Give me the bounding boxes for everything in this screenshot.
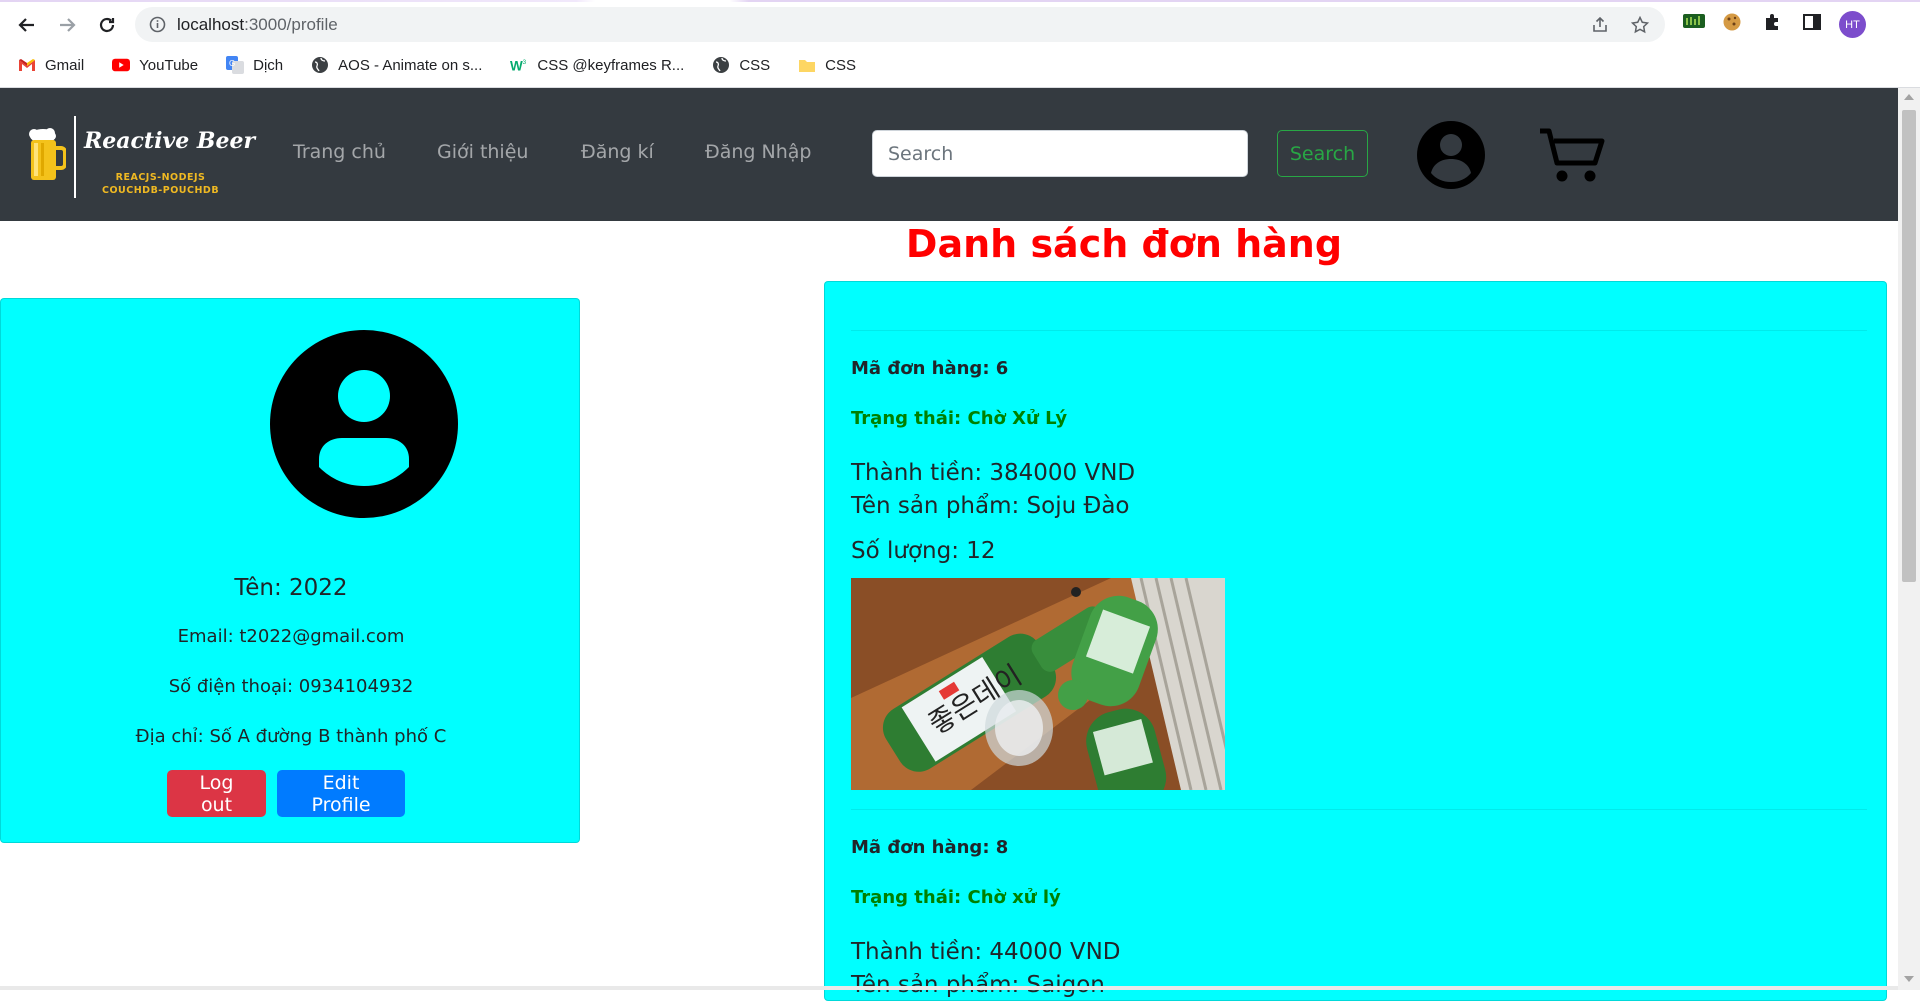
globe-icon <box>311 56 329 74</box>
order-total: Thành tiền: 44000 VND <box>851 939 1121 965</box>
soju-bottles-photo: 좋은데이 <box>851 578 1225 790</box>
order-divider <box>851 330 1867 331</box>
order-total: Thành tiền: 384000 VND <box>851 460 1136 486</box>
folder-icon <box>798 56 816 74</box>
bookmark-label: Dịch <box>253 56 284 74</box>
search-input[interactable] <box>872 130 1248 177</box>
translate-icon: G <box>226 56 245 74</box>
profile-phone: Số điện thoại: 0934104932 <box>168 676 414 697</box>
nav-link-home[interactable]: Trang chủ <box>293 141 386 163</box>
forward-button[interactable] <box>52 10 82 40</box>
bookmark-label: Gmail <box>45 56 85 74</box>
reload-button[interactable] <box>92 10 122 40</box>
order-status: Trạng thái: Chờ Xử Lý <box>851 408 1068 429</box>
horizontal-scroll-track <box>0 986 1898 990</box>
bookmark-translate[interactable]: G Dịch <box>208 50 293 80</box>
profile-address: Địa chỉ: Số A đường B thành phố C <box>135 726 447 747</box>
bookmark-gmail[interactable]: Gmail <box>0 50 94 80</box>
order-product-image: 좋은데이 <box>851 578 1225 790</box>
url-text: localhost:3000/profile <box>177 15 338 35</box>
profile-card: Tên: 2022 Email: t2022@gmail.com Số điện… <box>0 298 580 843</box>
extensions-puzzle-icon[interactable] <box>1762 12 1782 32</box>
user-account-icon[interactable] <box>1417 121 1485 189</box>
brand-name: Reactive Beer <box>84 128 256 154</box>
youtube-icon <box>112 56 131 74</box>
order-status: Trạng thái: Chờ xử lý <box>851 887 1061 908</box>
nav-link-about[interactable]: Giới thiệu <box>437 141 528 163</box>
brand-tagline: REACJS-NODEJS COUCHDB-POUCHDB <box>102 171 219 197</box>
order-quantity: Số lượng: 12 <box>851 538 996 564</box>
search-button[interactable]: Search <box>1277 130 1368 177</box>
brand-logo[interactable]: Reactive Beer REACJS-NODEJS COUCHDB-POUC… <box>28 116 255 198</box>
brand-tagline-line-2: COUCHDB-POUCHDB <box>102 185 220 196</box>
side-panel-icon[interactable] <box>1802 12 1822 32</box>
order-id: Mã đơn hàng: 8 <box>851 837 1009 858</box>
brand-divider <box>74 116 76 198</box>
bookmark-label: CSS @keyframes R... <box>537 56 685 74</box>
reload-icon <box>99 17 115 33</box>
bookmark-aos[interactable]: AOS - Animate on s... <box>293 50 492 80</box>
shopping-cart-icon[interactable] <box>1538 127 1606 185</box>
svg-text:G: G <box>229 59 235 68</box>
browser-chrome: localhost:3000/profile HT Gmail YouTube … <box>0 0 1920 88</box>
order-divider <box>851 809 1867 810</box>
bookmark-star-icon[interactable] <box>1631 16 1649 34</box>
gmail-icon <box>18 56 36 74</box>
w3schools-icon: W3 <box>510 56 528 74</box>
profile-name: Tên: 2022 <box>234 575 348 601</box>
svg-text:3: 3 <box>523 59 527 66</box>
svg-text:W: W <box>510 58 523 73</box>
forward-arrow-icon <box>60 18 76 32</box>
profile-email: Email: t2022@gmail.com <box>177 626 405 647</box>
bookmark-css-1[interactable]: CSS <box>694 50 780 80</box>
order-product-name: Tên sản phẩm: Soju Đào <box>851 493 1130 519</box>
bookmark-label: YouTube <box>139 56 199 74</box>
url-path: :3000/profile <box>244 15 338 34</box>
extension-meter-icon[interactable] <box>1683 12 1705 30</box>
bookmark-css-2[interactable]: CSS <box>780 50 866 80</box>
nav-link-register[interactable]: Đăng kí <box>581 141 654 163</box>
profile-actions: Log out Edit Profile <box>167 770 405 817</box>
page-scrollbar[interactable] <box>1898 88 1920 990</box>
tab-strip-edge <box>0 0 1920 2</box>
bookmarks-bar: Gmail YouTube G Dịch AOS - Animate on s.… <box>0 50 866 80</box>
globe-icon <box>712 56 730 74</box>
scroll-down-arrow-icon[interactable] <box>1904 976 1914 982</box>
site-navbar: Reactive Beer REACJS-NODEJS COUCHDB-POUC… <box>0 88 1898 221</box>
orders-card: Mã đơn hàng: 6 Trạng thái: Chờ Xử Lý Thà… <box>824 281 1887 1001</box>
profile-avatar-icon <box>270 330 458 518</box>
scrollbar-thumb[interactable] <box>1902 110 1916 582</box>
address-bar[interactable]: localhost:3000/profile <box>135 7 1665 42</box>
back-arrow-icon <box>18 18 34 32</box>
scroll-up-arrow-icon[interactable] <box>1904 94 1914 100</box>
back-button[interactable] <box>12 10 42 40</box>
bookmark-label: AOS - Animate on s... <box>338 56 483 74</box>
cookie-extension-icon[interactable] <box>1722 12 1742 32</box>
share-icon[interactable] <box>1591 16 1609 34</box>
nav-link-login[interactable]: Đăng Nhập <box>705 141 811 163</box>
order-product-name: Tên sản phẩm: Saigon <box>851 972 1105 998</box>
bookmark-label: CSS <box>825 56 856 74</box>
beer-mug-icon <box>29 128 66 180</box>
site-info-icon <box>149 16 166 33</box>
bookmark-keyframes[interactable]: W3 CSS @keyframes R... <box>492 50 694 80</box>
url-host: localhost <box>177 15 245 34</box>
brand-tagline-line-1: REACJS-NODEJS <box>115 172 206 183</box>
bookmark-label: CSS <box>739 56 771 74</box>
browser-profile-avatar[interactable]: HT <box>1839 11 1866 38</box>
bookmark-youtube[interactable]: YouTube <box>94 50 208 80</box>
edit-profile-button[interactable]: Edit Profile <box>277 770 405 817</box>
order-id: Mã đơn hàng: 6 <box>851 358 1009 379</box>
page-title: Danh sách đơn hàng <box>905 222 1343 266</box>
logout-button[interactable]: Log out <box>167 770 266 817</box>
